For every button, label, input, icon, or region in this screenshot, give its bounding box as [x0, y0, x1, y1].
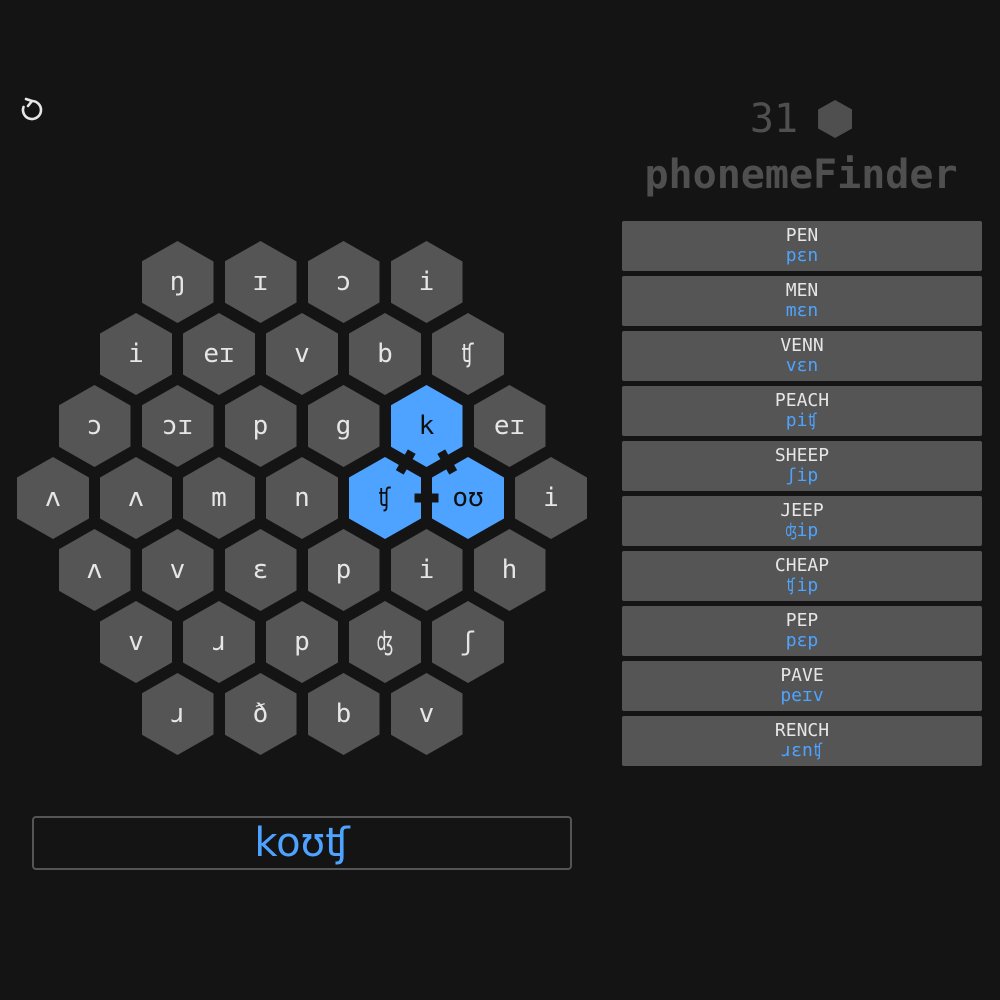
hex-cell[interactable]: eɪ [183, 313, 255, 395]
found-word-ipa: vɛn [785, 355, 819, 376]
found-word-ipa: ʤip [785, 520, 819, 541]
hex-cell[interactable]: ɛ [224, 529, 297, 611]
hex-cell[interactable]: i [390, 241, 463, 323]
found-word-text: VENN [780, 335, 824, 356]
found-words-list: PEN pɛn MEN mɛn VENN vɛn PEACH piʧ SHEEP ʃip JEEP ʤ… [622, 221, 982, 766]
found-word-item: PEN pɛn [622, 221, 982, 271]
hex-cell[interactable]: b [307, 673, 380, 755]
found-word-ipa: ʧip [785, 575, 819, 596]
hex-cell[interactable]: m [183, 457, 255, 539]
found-word-text: PAVE [780, 665, 824, 686]
found-word-text: JEEP [780, 500, 824, 521]
hex-cell[interactable]: ʌ [17, 457, 89, 539]
hex-cell[interactable]: i [390, 529, 463, 611]
hexagon-icon [818, 100, 853, 138]
found-word-ipa: ʃip [785, 465, 819, 486]
hex-cell[interactable]: i [100, 313, 172, 395]
found-word-ipa: ɹɛnʧ [780, 740, 824, 761]
found-word-text: SHEEP [774, 445, 830, 466]
found-word-ipa: piʧ [785, 410, 819, 431]
hex-cell[interactable]: ʌ [58, 529, 131, 611]
hex-cell[interactable]: ʧ [349, 457, 421, 539]
hex-cell[interactable]: ɔɪ [141, 385, 214, 467]
hex-cell[interactable]: v [100, 601, 172, 683]
found-word-item: CHEAP ʧip [622, 551, 982, 601]
hex-cell[interactable]: p [307, 529, 380, 611]
hex-cell[interactable]: eɪ [473, 385, 546, 467]
hex-cell[interactable]: v [266, 313, 338, 395]
found-word-item: JEEP ʤip [622, 496, 982, 546]
found-word-text: RENCH [774, 720, 830, 741]
hex-cell[interactable]: ɹ [183, 601, 255, 683]
hex-cell[interactable]: ɔ [58, 385, 131, 467]
hex-cell[interactable]: ɹ [141, 673, 214, 755]
app-title: phonemeFinder [644, 152, 958, 198]
game-page: ŋ ɪ ɔ i i eɪ v b ʧ ɔ ɔɪ p g k eɪ ʌ ʌ m n ʧ oʊ i ʌ v ɛ p i h v ɹ p ʤ ʃ ɹ ð b… [0, 0, 1000, 1000]
hex-cell[interactable]: oʊ [432, 457, 504, 539]
hex-cell[interactable]: ʃ [432, 601, 504, 683]
hex-cell[interactable]: b [349, 313, 421, 395]
found-word-item: PEP pɛp [622, 606, 982, 656]
hex-cell[interactable]: p [224, 385, 297, 467]
hex-cell[interactable]: i [515, 457, 587, 539]
found-word-text: CHEAP [774, 555, 830, 576]
score-display: 31 [620, 96, 982, 142]
found-word-ipa: mɛn [785, 300, 819, 321]
found-word-text: MEN [785, 280, 819, 301]
hex-cell[interactable]: k [390, 385, 463, 467]
hex-cell[interactable]: ʧ [432, 313, 504, 395]
hex-cell[interactable]: g [307, 385, 380, 467]
found-word-ipa: peɪv [780, 685, 824, 706]
hex-cell[interactable]: ð [224, 673, 297, 755]
found-word-item: SHEEP ʃip [622, 441, 982, 491]
found-word-item: MEN mɛn [622, 276, 982, 326]
found-word-item: RENCH ɹɛnʧ [622, 716, 982, 766]
found-word-ipa: pɛn [785, 245, 819, 266]
hex-cell[interactable]: n [266, 457, 338, 539]
hex-cell[interactable]: ʤ [349, 601, 421, 683]
hex-cell[interactable]: v [141, 529, 214, 611]
found-word-text: PEP [785, 610, 819, 631]
found-word-text: PEACH [774, 390, 830, 411]
hex-cell[interactable]: ɪ [224, 241, 297, 323]
hex-cell[interactable]: ɔ [307, 241, 380, 323]
found-word-text: PEN [785, 225, 819, 246]
found-word-item: PAVE peɪv [622, 661, 982, 711]
found-word-item: VENN vɛn [622, 331, 982, 381]
hex-cell[interactable]: p [266, 601, 338, 683]
current-word-display: koʊʧ [32, 816, 572, 870]
score-value: 31 [749, 96, 799, 142]
found-word-ipa: pɛp [785, 630, 819, 651]
hex-cell[interactable]: h [473, 529, 546, 611]
hex-cell[interactable]: ŋ [141, 241, 214, 323]
hex-cell[interactable]: ʌ [100, 457, 172, 539]
hex-cell[interactable]: v [390, 673, 463, 755]
found-word-item: PEACH piʧ [622, 386, 982, 436]
hex-board: ŋ ɪ ɔ i i eɪ v b ʧ ɔ ɔɪ p g k eɪ ʌ ʌ m n ʧ oʊ i ʌ v ɛ p i h v ɹ p ʤ ʃ ɹ ð b… [0, 0, 600, 780]
